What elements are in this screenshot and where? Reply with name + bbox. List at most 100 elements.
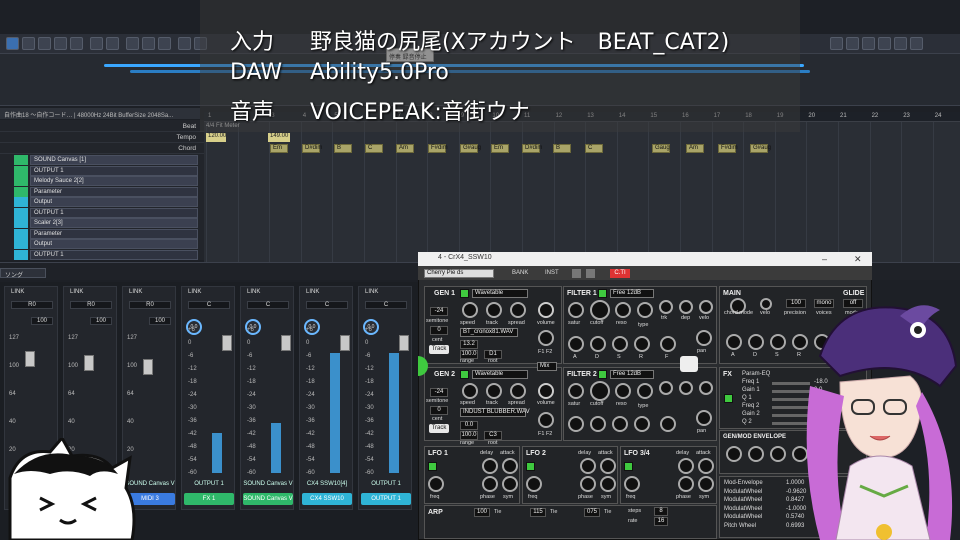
settings-icon[interactable] (586, 269, 595, 278)
filter-routing-button[interactable] (680, 356, 698, 372)
lfo1-attack-knob[interactable] (502, 458, 518, 474)
pan-value[interactable]: C (247, 301, 289, 309)
gen1-semitone-value[interactable]: -24 (430, 307, 448, 316)
gen2-pan-knob[interactable] (538, 412, 554, 428)
arp-steps-value[interactable]: 8 (654, 507, 668, 516)
output-selector[interactable]: FX 1 (184, 493, 234, 505)
gen1-wavefile[interactable]: BT_cronox81.WAV (460, 328, 518, 337)
filter1-enable-toggle[interactable] (598, 289, 607, 298)
track-header[interactable]: Parameter (30, 228, 198, 239)
gen2-volume-knob[interactable] (538, 383, 554, 399)
paste-button[interactable] (158, 37, 171, 50)
filter2-decay-knob[interactable] (590, 416, 606, 432)
track-header[interactable]: OUTPUT 1 (30, 207, 198, 218)
chord-cell[interactable]: Em (270, 144, 288, 153)
volume-value[interactable]: 100 (149, 317, 171, 325)
filter1-cutoff-knob[interactable] (590, 300, 610, 320)
output-selector[interactable]: CX4 SSW10 (302, 493, 352, 505)
filter1-env-amount-knob[interactable] (660, 336, 676, 352)
volume-fader[interactable] (399, 335, 409, 351)
tempo-value[interactable]: 149.00 (268, 133, 290, 142)
link-button[interactable]: LINK (365, 289, 378, 295)
volume-fader[interactable] (84, 355, 94, 371)
arp-step1-value[interactable]: 100 (474, 508, 490, 517)
filter2-type-knob[interactable] (637, 383, 653, 399)
pan-value[interactable]: R0 (11, 301, 53, 309)
filter1-sustain-knob[interactable] (612, 336, 628, 352)
lfo2-phase-knob[interactable] (580, 476, 596, 492)
filter2-env-amount-knob[interactable] (660, 416, 676, 432)
volume-fader[interactable] (281, 335, 291, 351)
pencil-tool-button[interactable] (22, 37, 35, 50)
filter1-pan-knob[interactable] (696, 330, 712, 346)
link-button[interactable]: LINK (11, 289, 24, 295)
filter2-reso-knob[interactable] (615, 383, 631, 399)
settings-button[interactable] (894, 37, 907, 50)
lfo2-attack-knob[interactable] (600, 458, 616, 474)
pan-value[interactable]: C (188, 301, 230, 309)
lfo2-sym-knob[interactable] (600, 476, 616, 492)
volume-fader[interactable] (340, 335, 350, 351)
gen1-cent-value[interactable]: 0 (430, 326, 448, 335)
arp-step3-value[interactable]: 075 (584, 508, 600, 517)
help-button[interactable] (910, 37, 923, 50)
fx-enable-toggle[interactable] (724, 394, 733, 403)
lfo2-delay-knob[interactable] (580, 458, 596, 474)
score-view-button[interactable] (862, 37, 875, 50)
track-header[interactable]: Output (30, 197, 198, 207)
gen1-spread-knob[interactable] (510, 302, 526, 318)
filter2-type-dropdown[interactable]: Free 12dB (610, 370, 654, 379)
gen2-wave-dropdown[interactable]: Wavetable (472, 370, 528, 379)
lfo34-sym-knob[interactable] (698, 476, 714, 492)
chord-cell[interactable]: Gaug (652, 144, 670, 153)
gen2-note[interactable]: C3 (484, 431, 502, 440)
chord-cell[interactable]: G#aug (460, 144, 481, 153)
pan-value[interactable]: R0 (129, 301, 171, 309)
chord-cell[interactable]: F#dim (718, 144, 738, 153)
gen1-value1[interactable]: 13.2 (460, 340, 478, 349)
copy-button[interactable] (142, 37, 155, 50)
filter2-enable-toggle[interactable] (598, 370, 607, 379)
lfo34-wave-toggle[interactable] (624, 462, 633, 471)
lfo34-delay-knob[interactable] (678, 458, 694, 474)
lfo1-freq-knob[interactable] (428, 476, 444, 492)
lfo2-wave-toggle[interactable] (526, 462, 535, 471)
track-header[interactable]: OUTPUT 1 (30, 165, 198, 176)
filter1-decay-knob[interactable] (590, 336, 606, 352)
gen2-value2[interactable]: 100.0 (460, 431, 478, 440)
preset-dropdown[interactable]: Cherry Pie ds (424, 269, 494, 278)
arp-step2-tie[interactable]: Tie (550, 509, 557, 515)
amp-decay-knob[interactable] (748, 334, 764, 350)
gen1-volume-knob[interactable] (538, 302, 554, 318)
lfo1-delay-knob[interactable] (482, 458, 498, 474)
filter2-attack-knob[interactable] (568, 416, 584, 432)
gen2-enable-toggle[interactable] (460, 370, 469, 379)
arp-step2-value[interactable]: 115 (530, 508, 546, 517)
gen2-track-knob[interactable] (486, 383, 502, 399)
loop-button[interactable] (178, 37, 191, 50)
minimize-icon[interactable]: – (822, 254, 827, 264)
save-icon[interactable] (572, 269, 581, 278)
filter1-type-dropdown[interactable]: Free 12dB (610, 289, 654, 298)
lfo1-wave-toggle[interactable] (428, 462, 437, 471)
link-button[interactable]: LINK (247, 289, 260, 295)
track-header[interactable]: Scaler 2[3] (30, 218, 198, 228)
gen1-track-knob[interactable] (486, 302, 502, 318)
ctrl-button[interactable]: C.TI (610, 269, 630, 278)
chord-cell[interactable]: B (553, 144, 571, 153)
env-decay-knob[interactable] (748, 446, 764, 462)
lfo34-freq-knob[interactable] (624, 476, 640, 492)
chord-cell[interactable]: D#dim (302, 144, 322, 153)
lfo1-sym-knob[interactable] (502, 476, 518, 492)
gen2-semitone-value[interactable]: -24 (430, 388, 448, 397)
chord-cell[interactable]: F#dim (428, 144, 448, 153)
gen2-track-button[interactable]: Track (429, 424, 449, 433)
link-button[interactable]: LINK (188, 289, 201, 295)
gen1-track-button[interactable]: Track (429, 345, 449, 354)
tempo-start[interactable]: 120.00 (206, 133, 226, 142)
filter1-attack-knob[interactable] (568, 336, 584, 352)
output-selector[interactable]: OUTPUT 1 (361, 493, 411, 505)
mix-dropdown[interactable]: Mix (537, 362, 557, 371)
undo-button[interactable] (90, 37, 103, 50)
split-tool-button[interactable] (54, 37, 67, 50)
